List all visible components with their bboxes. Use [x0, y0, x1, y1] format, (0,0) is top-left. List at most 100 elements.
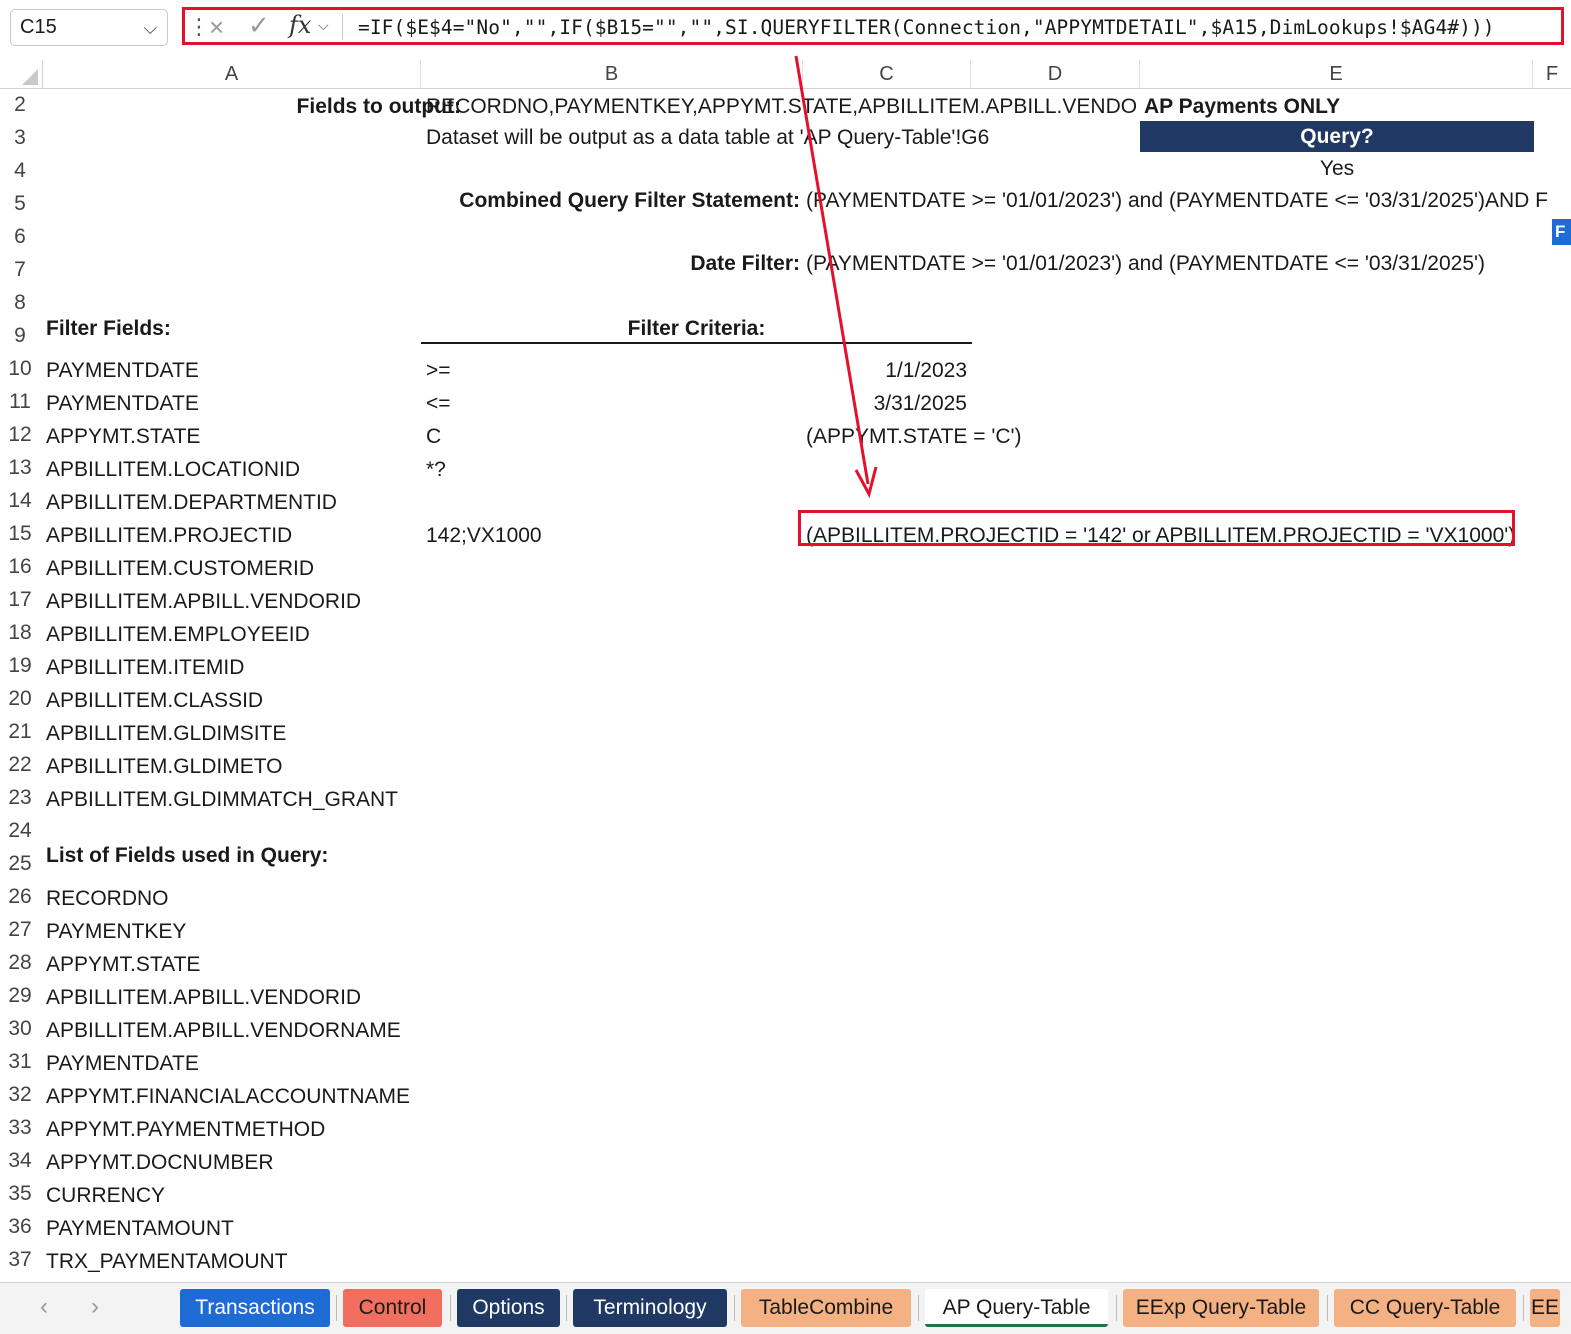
row-header[interactable]: 25: [0, 852, 40, 876]
tab-separator: [1327, 1295, 1328, 1321]
query-field-item: APPYMT.PAYMENTMETHOD: [46, 1118, 326, 1141]
sheet-tab[interactable]: Transactions: [180, 1289, 330, 1327]
row-header[interactable]: 29: [0, 984, 40, 1008]
column-header-f[interactable]: F: [1533, 60, 1571, 89]
row-header[interactable]: 23: [0, 786, 40, 810]
row-header[interactable]: 8: [0, 291, 40, 315]
row-header[interactable]: 22: [0, 753, 40, 777]
sheet-tab[interactable]: AP Query-Table: [925, 1289, 1108, 1327]
query-field-item: RECORDNO: [46, 887, 169, 910]
cancel-icon[interactable]: ×: [209, 12, 224, 43]
filter-operator: 142;VX1000: [426, 524, 542, 547]
sheet-tab[interactable]: Options: [457, 1289, 560, 1327]
row-header[interactable]: 26: [0, 885, 40, 909]
query-field-item: APPYMT.STATE: [46, 953, 201, 976]
row-header[interactable]: 12: [0, 423, 40, 447]
row-header[interactable]: 4: [0, 159, 40, 183]
row-header[interactable]: 2: [0, 93, 40, 117]
worksheet-grid[interactable]: Fields to output: RECORDNO,PAYMENTKEY,AP…: [43, 90, 1571, 1282]
row-header[interactable]: 13: [0, 456, 40, 480]
query-field-item: APBILLITEM.APBILL.VENDORID: [46, 986, 362, 1009]
name-box[interactable]: C15 ⌵: [10, 9, 168, 46]
fx-icon[interactable]: fx: [289, 11, 311, 39]
row-header[interactable]: 3: [0, 126, 40, 150]
row-header[interactable]: 27: [0, 918, 40, 942]
sheet-tab[interactable]: TableCombine: [741, 1289, 911, 1327]
enter-icon[interactable]: ✓: [248, 10, 270, 41]
row-header[interactable]: 14: [0, 489, 40, 513]
filter-field: APBILLITEM.CUSTOMERID: [46, 557, 314, 580]
row-header[interactable]: 17: [0, 588, 40, 612]
filter-value: 1/1/2023: [885, 359, 967, 382]
chevron-down-icon[interactable]: ⌵: [143, 18, 157, 39]
result-highlight-box: [798, 510, 1515, 546]
row-header[interactable]: 20: [0, 687, 40, 711]
query-field-item: PAYMENTDATE: [46, 1052, 199, 1075]
sheet-tab-bar: ‹ › Transactions Control Options Terminolog…: [0, 1282, 1571, 1334]
filter-statement: (APPYMT.STATE = 'C'): [806, 425, 1022, 448]
column-header-a[interactable]: A: [43, 60, 421, 89]
query-field-item: APPYMT.DOCNUMBER: [46, 1151, 274, 1174]
formula-input[interactable]: =IF($E$4="No","",IF($B15="","",SI.QUERYF…: [358, 16, 1495, 39]
row-header[interactable]: 19: [0, 654, 40, 678]
query-field-item: CURRENCY: [46, 1184, 166, 1207]
row-header[interactable]: 31: [0, 1050, 40, 1074]
row-header[interactable]: 7: [0, 258, 40, 282]
row-header[interactable]: 21: [0, 720, 40, 744]
filter-field: APBILLITEM.APBILL.VENDORID: [46, 590, 362, 613]
name-box-value: C15: [20, 16, 57, 38]
sheet-tab[interactable]: Control: [343, 1289, 442, 1327]
row-header[interactable]: 30: [0, 1017, 40, 1041]
row-header[interactable]: 24: [0, 819, 40, 843]
filter-field: APBILLITEM.GLDIMSITE: [46, 722, 287, 745]
row-header[interactable]: 10: [0, 357, 40, 381]
column-header-e[interactable]: E: [1140, 60, 1533, 89]
tab-separator: [566, 1295, 567, 1321]
sheet-tab[interactable]: Terminology: [573, 1289, 727, 1327]
filter-field: PAYMENTDATE: [46, 359, 199, 382]
tab-separator: [1523, 1295, 1524, 1321]
chevron-down-icon[interactable]: ⌵: [318, 17, 329, 34]
column-header-d[interactable]: D: [971, 60, 1140, 89]
row-header[interactable]: 18: [0, 621, 40, 645]
combined-filter-label: Combined Query Filter Statement:: [459, 189, 800, 212]
row-headers: 2 3 4 5 6 7 8 9 10 11 12 13 14 15 16 17 18 19 20 21 22 23 24 25…: [0, 90, 43, 1282]
sheet-tab[interactable]: EE: [1530, 1289, 1560, 1327]
row-header[interactable]: 5: [0, 192, 40, 216]
nav-next-icon[interactable]: ›: [91, 1293, 99, 1321]
row-header[interactable]: 11: [0, 390, 40, 414]
row-header[interactable]: 34: [0, 1149, 40, 1173]
row-header[interactable]: 33: [0, 1116, 40, 1140]
row-header[interactable]: 28: [0, 951, 40, 975]
select-all-icon[interactable]: [0, 60, 43, 89]
selection-sliver: F: [1552, 219, 1571, 245]
row-header[interactable]: 36: [0, 1215, 40, 1239]
column-header-c[interactable]: C: [803, 60, 971, 89]
tab-separator: [918, 1295, 919, 1321]
column-header-b[interactable]: B: [421, 60, 803, 89]
sheet-tab[interactable]: CC Query-Table: [1334, 1289, 1516, 1327]
row-header[interactable]: 35: [0, 1182, 40, 1206]
filter-field: APBILLITEM.ITEMID: [46, 656, 245, 679]
row-header[interactable]: 37: [0, 1248, 40, 1272]
row-header[interactable]: 6: [0, 225, 40, 249]
date-filter-value: (PAYMENTDATE >= '01/01/2023') and (PAYME…: [806, 252, 1486, 275]
tab-separator: [734, 1295, 735, 1321]
row-header[interactable]: 32: [0, 1083, 40, 1107]
nav-prev-icon[interactable]: ‹: [40, 1293, 48, 1321]
formula-bar: C15 ⌵ ⋮ × ✓ fx ⌵ =IF($E$4="No","",IF($B1…: [0, 0, 1571, 58]
tab-separator: [1116, 1295, 1117, 1321]
grip-icon: ⋮: [188, 14, 210, 39]
query-field-item: APBILLITEM.APBILL.VENDORNAME: [46, 1019, 401, 1042]
row-header[interactable]: 9: [0, 324, 40, 348]
filter-field: APBILLITEM.GLDIMMATCH_GRANT: [46, 788, 398, 811]
divider: [342, 14, 343, 40]
row-header[interactable]: 15: [0, 522, 40, 546]
filter-field: APBILLITEM.CLASSID: [46, 689, 264, 712]
sheet-tab[interactable]: EExp Query-Table: [1123, 1289, 1319, 1327]
query-value[interactable]: Yes: [1140, 157, 1534, 181]
list-fields-label: List of Fields used in Query:: [46, 844, 329, 867]
tab-separator: [336, 1295, 337, 1321]
row-header[interactable]: 16: [0, 555, 40, 579]
ap-payments-only: AP Payments ONLY: [1144, 95, 1341, 118]
